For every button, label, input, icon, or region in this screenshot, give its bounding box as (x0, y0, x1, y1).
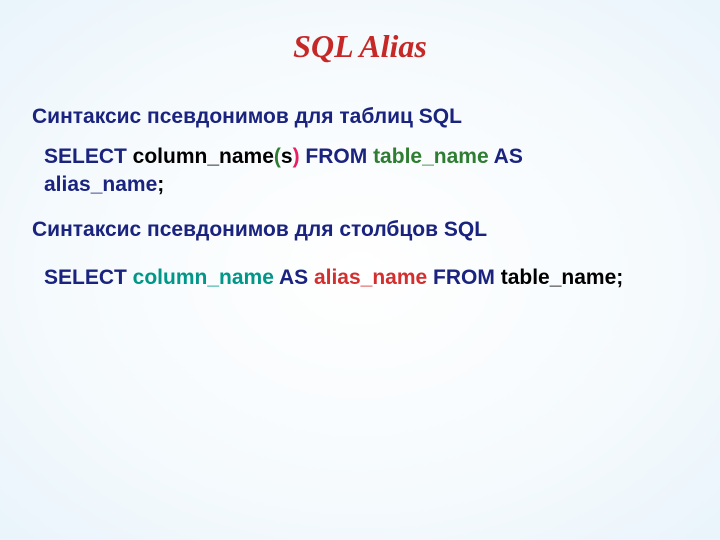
semicolon: ; (157, 173, 164, 196)
slide: SQL Alias Синтаксис псевдонимов для табл… (0, 0, 720, 540)
kw-select: SELECT (44, 145, 127, 168)
kw-from: FROM (300, 145, 368, 168)
text-tablename: table_name (367, 145, 488, 168)
text-s: s (281, 145, 293, 168)
heading-column-alias: Синтаксис псевдонимов для столбцов SQL (32, 218, 688, 242)
page-title: SQL Alias (32, 28, 688, 65)
kw-as-2: AS (274, 266, 308, 289)
text-column-2: column_name (127, 266, 274, 289)
text-column: column_name (127, 145, 274, 168)
code-table-alias: SELECT column_name(s) FROM table_name AS… (44, 143, 684, 200)
paren-close: ) (293, 145, 300, 168)
code-column-alias: SELECT column_name AS alias_name FROM ta… (44, 264, 684, 292)
text-aliasname-2: alias_name (308, 266, 427, 289)
kw-as: AS (489, 145, 523, 168)
paren-open: ( (274, 145, 281, 168)
kw-from-2: FROM (427, 266, 495, 289)
text-tablename-2: table_name (495, 266, 616, 289)
text-aliasname: alias_name (44, 173, 157, 196)
heading-table-alias: Синтаксис псевдонимов для таблиц SQL (32, 105, 688, 129)
kw-select-2: SELECT (44, 266, 127, 289)
semicolon-2: ; (616, 266, 623, 289)
